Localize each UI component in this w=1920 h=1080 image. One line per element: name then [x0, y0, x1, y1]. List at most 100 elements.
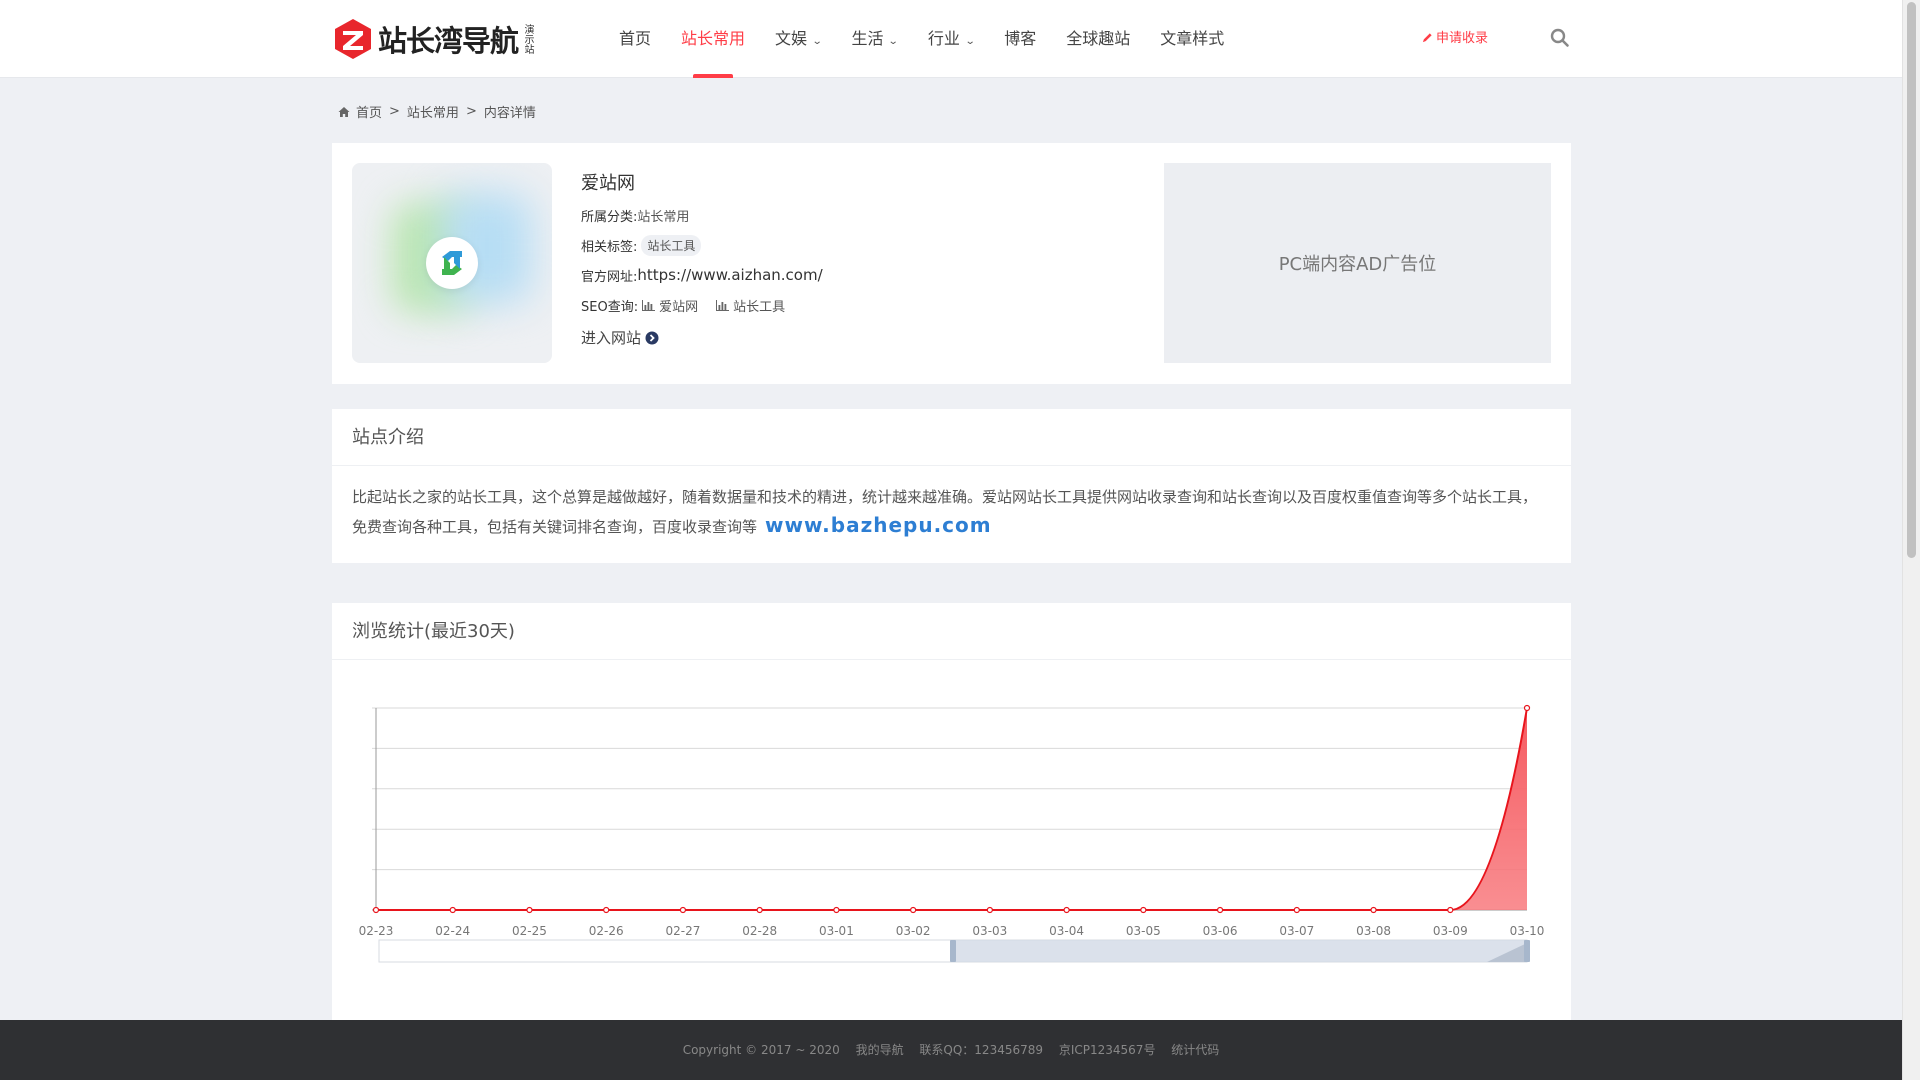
seo-link-aizhan[interactable]: 爱站网	[642, 296, 698, 315]
chart-point	[449, 906, 456, 914]
chart-point	[1370, 906, 1377, 914]
chart-point	[1293, 906, 1300, 914]
chart-point	[679, 906, 687, 914]
breadcrumb-current: 内容详情	[483, 106, 536, 121]
nav-item[interactable]: 生活 ⌄	[836, 0, 912, 78]
seo-link-label: 爱站网	[659, 299, 699, 315]
site-name: 爱站网	[581, 173, 635, 194]
nav-item[interactable]: 文章样式	[1145, 0, 1239, 78]
chart-point	[1216, 906, 1224, 914]
intro-text-block: 比起站长之家的站长工具，这个总算是越做越好，随着数据量和技术的精进，统计越来越准…	[332, 466, 1571, 541]
home-icon	[338, 106, 350, 117]
footer-inner: Copyright © 2017 ~ 2020 我的导航 联系QQ：123456…	[0, 1042, 1902, 1058]
stats-chart-svg: 02-23 02-24 02-25 02-26 02-27 02-28 03-01 03-02…	[359, 704, 1545, 963]
chart-x-tick-label: 03-03	[972, 924, 1007, 938]
bar-chart-icon	[716, 299, 730, 311]
footer-copyright: Copyright © 2017 ~ 2020	[682, 1043, 840, 1057]
nav-item-label: 全球趣站	[1066, 29, 1131, 48]
data-zoom-handle[interactable]	[1524, 940, 1530, 962]
page-scrollbar[interactable]	[1902, 0, 1920, 1080]
enter-site-link[interactable]: 进入网站	[581, 327, 659, 348]
official-url-link[interactable]: https://www.aizhan.com/	[637, 266, 822, 284]
apply-inclusion-label: 申请收录	[1436, 31, 1489, 46]
chart-point	[833, 906, 840, 914]
search-icon	[1550, 28, 1569, 47]
chart-area	[376, 708, 1527, 910]
breadcrumb-category[interactable]: 站长常用	[407, 102, 459, 121]
logo-subtext: 演示站	[522, 24, 534, 54]
chart-x-tick-label: 02-24	[435, 924, 470, 938]
chart-series-line	[376, 707, 1528, 911]
main-nav: 首页 站长常用 文娱 ⌄ 生活 ⌄ 行业 ⌄ 博客 全球趣站 文章样式	[604, 0, 1239, 78]
chart-x-tick-label: 03-02	[896, 924, 931, 938]
chart-x-tick-label: 02-23	[359, 924, 394, 938]
apply-inclusion-link[interactable]: 申请收录	[1422, 0, 1488, 78]
chart-x-tick-label: 03-06	[1203, 924, 1238, 938]
seo-link-tools[interactable]: 站长工具	[716, 296, 785, 315]
url-label: 官方网址:	[581, 269, 638, 285]
nav-item[interactable]: 文娱 ⌄	[760, 0, 836, 78]
site-intro-card: 站点介绍 比起站长之家的站长工具，这个总算是越做越好，随着数据量和技术的精进，统…	[332, 409, 1571, 563]
nav-item[interactable]: 全球趣站	[1051, 0, 1145, 78]
chevron-circle-right-icon	[645, 331, 659, 344]
footer-icp-link[interactable]: 京ICP1234567号	[1059, 1043, 1156, 1057]
chart-point	[526, 906, 533, 914]
category-link[interactable]: 站长常用	[637, 206, 689, 225]
chart-point	[986, 906, 993, 914]
category-row: 所属分类: 站长常用	[581, 205, 823, 225]
chart-point	[1523, 704, 1531, 712]
pencil-icon	[1422, 33, 1432, 43]
nav-item-label: 首页	[619, 29, 652, 48]
site-logo[interactable]: 站长湾导航 演示站	[332, 16, 534, 62]
seo-link-label: 站长工具	[733, 299, 786, 315]
chart-point	[1447, 906, 1454, 914]
bar-chart-icon	[642, 299, 656, 311]
browse-stats-card: 浏览统计(最近30天) 02-23 02-24 02-25 02-26 02-27 02-…	[332, 603, 1571, 1023]
chart-x-tick-label: 03-10	[1510, 924, 1545, 938]
chart-point	[1140, 906, 1147, 914]
chart-x-tick-label: 02-27	[665, 924, 700, 938]
footer-stats-code: 统计代码	[1171, 1043, 1220, 1057]
nav-item-label: 生活	[851, 29, 884, 48]
chevron-down-icon: ⌄	[964, 36, 976, 47]
breadcrumb-home[interactable]: 首页	[356, 102, 382, 121]
chevron-down-icon: ⌄	[811, 36, 823, 47]
data-zoom-handle[interactable]	[950, 940, 956, 962]
breadcrumb: 首页 > 站长常用 > 内容详情	[338, 102, 536, 121]
nav-item-label: 文章样式	[1160, 29, 1225, 48]
nav-item[interactable]: 站长常用	[666, 0, 760, 78]
chart-point	[603, 906, 610, 914]
breadcrumb-separator: >	[389, 104, 400, 119]
chevron-down-icon: ⌄	[888, 36, 900, 47]
ad-placeholder[interactable]: PC端内容AD广告位	[1164, 163, 1551, 363]
watermark-text: www.bazhepu.com	[765, 513, 992, 537]
site-info: 爱站网 所属分类: 站长常用 相关标签: 站长工具 官方网址: https://…	[581, 169, 823, 348]
nav-item-label: 文娱	[775, 29, 808, 48]
chart-x-tick-label: 03-09	[1433, 924, 1468, 938]
nav-item-label: 博客	[1004, 29, 1037, 48]
chart-x-tick-label: 03-04	[1049, 924, 1084, 938]
logo-mark-icon	[335, 19, 371, 59]
nav-item[interactable]: 首页	[604, 0, 666, 78]
nav-item[interactable]: 博客	[989, 0, 1051, 78]
nav-item-label: 行业	[927, 29, 960, 48]
site-favicon	[426, 237, 478, 289]
chart-x-tick-label: 03-01	[819, 924, 854, 938]
data-zoom-window	[953, 940, 1527, 962]
search-button[interactable]	[1550, 28, 1572, 50]
chart-x-tick-label: 03-08	[1356, 924, 1391, 938]
aizhan-logo-icon	[442, 251, 462, 275]
site-detail-card: 爱站网 所属分类: 站长常用 相关标签: 站长工具 官方网址: https://…	[332, 143, 1571, 384]
nav-item[interactable]: 行业 ⌄	[913, 0, 989, 78]
chart-point	[372, 906, 380, 914]
stats-title: 浏览统计(最近30天)	[332, 603, 1571, 660]
tags-row: 相关标签: 站长工具	[581, 234, 823, 256]
logo-text: 站长湾导航	[378, 24, 519, 58]
chart-point	[756, 906, 763, 914]
footer-site-link[interactable]: 我的导航	[856, 1043, 904, 1057]
scrollbar-thumb[interactable]	[1907, 2, 1916, 558]
tags-label: 相关标签:	[581, 239, 638, 255]
site-thumbnail	[352, 163, 552, 363]
seo-row: SEO查询: 爱站网 站长工具	[581, 295, 823, 315]
tag-chip[interactable]: 站长工具	[641, 234, 702, 256]
